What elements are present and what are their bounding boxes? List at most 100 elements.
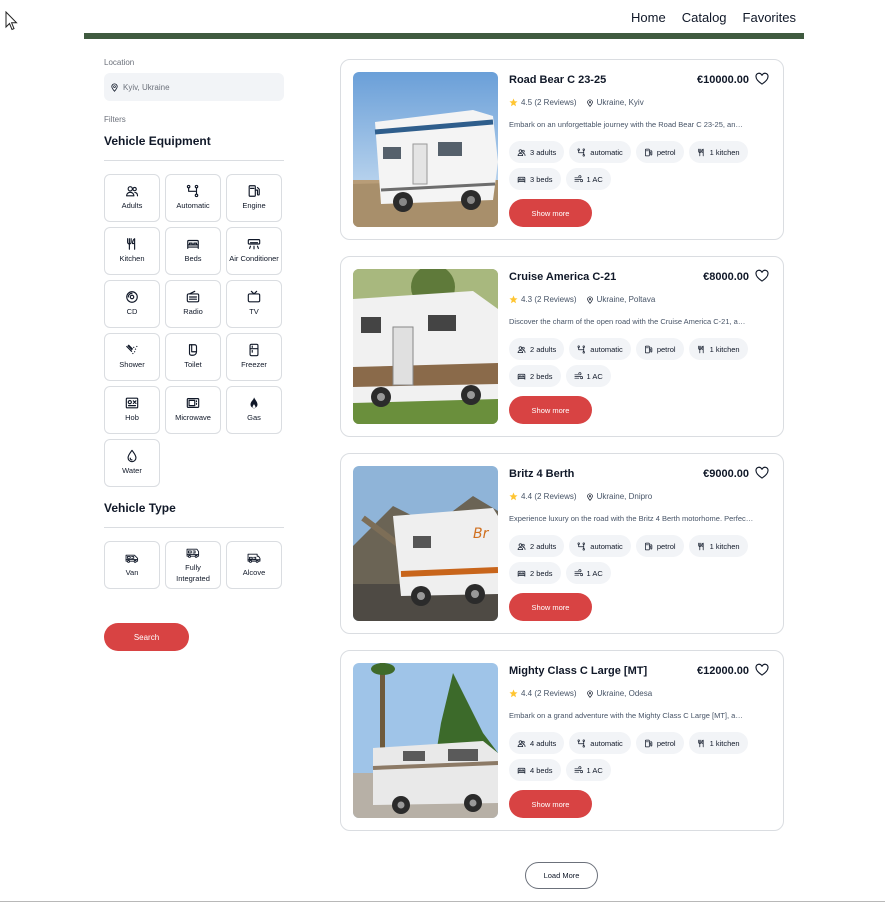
filter-equipment-cd[interactable]: CD: [104, 280, 160, 328]
feature-chip: 2 beds: [509, 365, 561, 387]
chip-label: 1 kitchen: [709, 738, 740, 748]
chip-label: 1 kitchen: [709, 541, 740, 551]
nav-catalog-link[interactable]: Catalog: [682, 10, 727, 25]
camper-location: Ukraine, Kyiv: [596, 98, 644, 107]
chip-label: 3 beds: [530, 174, 553, 184]
feature-chip: 1 kitchen: [688, 338, 748, 360]
top-navigation: Home Catalog Favorites: [631, 10, 796, 25]
heart-icon[interactable]: [755, 72, 769, 86]
feature-chip: 2 beds: [509, 562, 561, 584]
location-value: Kyiv, Ukraine: [123, 82, 170, 92]
camper-location: Ukraine, Dnipro: [596, 492, 653, 501]
nav-home-link[interactable]: Home: [631, 10, 666, 25]
chip-label: 2 beds: [530, 568, 553, 578]
air-conditioner-icon: [247, 237, 261, 251]
heart-icon[interactable]: [755, 466, 769, 480]
beds-icon: [517, 569, 526, 578]
nav-favorites-link[interactable]: Favorites: [743, 10, 796, 25]
chip-label: automatic: [590, 738, 623, 748]
filter-equipment-label: Microwave: [175, 413, 211, 423]
petrol-icon: [644, 148, 653, 157]
air-conditioner-icon: [574, 765, 583, 775]
feature-chip: 1 AC: [565, 365, 611, 387]
location-label: Location: [104, 58, 135, 67]
filter-equipment-gas[interactable]: Gas: [226, 386, 282, 434]
filter-equipment-engine[interactable]: Engine: [226, 174, 282, 222]
chip-label: petrol: [656, 147, 676, 157]
heart-icon[interactable]: [755, 269, 769, 283]
camper-rating[interactable]: 4.5 (2 Reviews): [521, 98, 577, 107]
camper-description: Discover the charm of the open road with…: [509, 317, 746, 326]
filter-type-label: Fully Integrated: [176, 563, 210, 583]
petrol-icon: [644, 345, 653, 354]
camper-location: Ukraine, Odesa: [596, 689, 653, 698]
feature-chip: 1 kitchen: [688, 141, 748, 163]
chip-label: 3 adults: [530, 147, 557, 157]
show-more-button[interactable]: Show more: [509, 199, 592, 227]
filter-equipment-microwave[interactable]: Microwave: [165, 386, 221, 434]
show-more-button[interactable]: Show more: [509, 396, 592, 424]
filter-equipment-automatic[interactable]: Automatic: [165, 174, 221, 222]
chip-label: 2 adults: [530, 344, 557, 354]
filter-equipment-label: Beds: [184, 254, 202, 264]
adults-icon: [517, 739, 526, 748]
vehicle-type-title: Vehicle Type: [104, 501, 176, 515]
feature-chip: petrol: [635, 535, 684, 557]
rating-location-row: 4.5 (2 Reviews) Ukraine, Kyiv: [509, 98, 644, 107]
engine-icon: [247, 184, 261, 198]
shower-icon: [125, 343, 139, 357]
feature-chip: automatic: [569, 141, 631, 163]
filter-equipment-freezer[interactable]: Freezer: [226, 333, 282, 381]
filter-equipment-shower[interactable]: Shower: [104, 333, 160, 381]
camper-price: €12000.00: [697, 665, 749, 677]
chip-label: automatic: [590, 344, 623, 354]
filter-type-van[interactable]: Van: [104, 541, 160, 589]
adults-icon: [517, 148, 526, 157]
chip-label: 1 AC: [586, 765, 603, 775]
feature-chip: 1 kitchen: [688, 535, 748, 557]
filter-equipment-toilet[interactable]: Toilet: [165, 333, 221, 381]
heart-icon[interactable]: [755, 663, 769, 677]
alcove-icon: [247, 551, 261, 565]
svg-text:Br: Br: [473, 526, 490, 542]
filter-equipment-tv[interactable]: TV: [226, 280, 282, 328]
camper-rating[interactable]: 4.4 (2 Reviews): [521, 689, 577, 698]
vehicle-equipment-title: Vehicle Equipment: [104, 134, 211, 148]
camper-name: Cruise America C-21: [509, 271, 617, 283]
feature-chip: 3 beds: [509, 168, 561, 190]
petrol-icon: [644, 739, 653, 748]
kitchen-icon: [697, 345, 706, 354]
filter-type-alcove[interactable]: Alcove: [226, 541, 282, 589]
filter-equipment-hob[interactable]: Hob: [104, 386, 160, 434]
vehicle-type-grid: Van Fully Integrated Alcove: [104, 541, 284, 589]
automatic-icon: [186, 184, 200, 198]
filter-equipment-beds[interactable]: Beds: [165, 227, 221, 275]
adults-icon: [517, 345, 526, 354]
camper-rating[interactable]: 4.3 (2 Reviews): [521, 295, 577, 304]
camper-rating[interactable]: 4.4 (2 Reviews): [521, 492, 577, 501]
filter-equipment-adults[interactable]: Adults: [104, 174, 160, 222]
filter-equipment-label: CD: [126, 307, 138, 317]
search-button[interactable]: Search: [104, 623, 189, 651]
show-more-button[interactable]: Show more: [509, 790, 592, 818]
filter-equipment-kitchen[interactable]: Kitchen: [104, 227, 160, 275]
chip-label: 2 adults: [530, 541, 557, 551]
filter-equipment-water[interactable]: Water: [104, 439, 160, 487]
beds-icon: [517, 175, 526, 184]
location-input[interactable]: Kyiv, Ukraine: [104, 73, 284, 101]
chip-label: automatic: [590, 147, 623, 157]
filter-type-fully-integrated[interactable]: Fully Integrated: [165, 541, 221, 589]
chip-label: 1 kitchen: [709, 147, 740, 157]
chip-label: 4 adults: [530, 738, 557, 748]
automatic-icon: [577, 542, 586, 551]
cd-icon: [125, 290, 139, 304]
beds-icon: [517, 372, 526, 381]
filter-equipment-air-conditioner[interactable]: Air Conditioner: [226, 227, 282, 275]
filter-type-label: Alcove: [242, 568, 266, 578]
filter-equipment-label: Engine: [242, 201, 266, 211]
filter-equipment-radio[interactable]: Radio: [165, 280, 221, 328]
load-more-button[interactable]: Load More: [525, 862, 598, 889]
show-more-button[interactable]: Show more: [509, 593, 592, 621]
filter-type-label: Van: [125, 568, 139, 578]
van-icon: [125, 551, 139, 565]
